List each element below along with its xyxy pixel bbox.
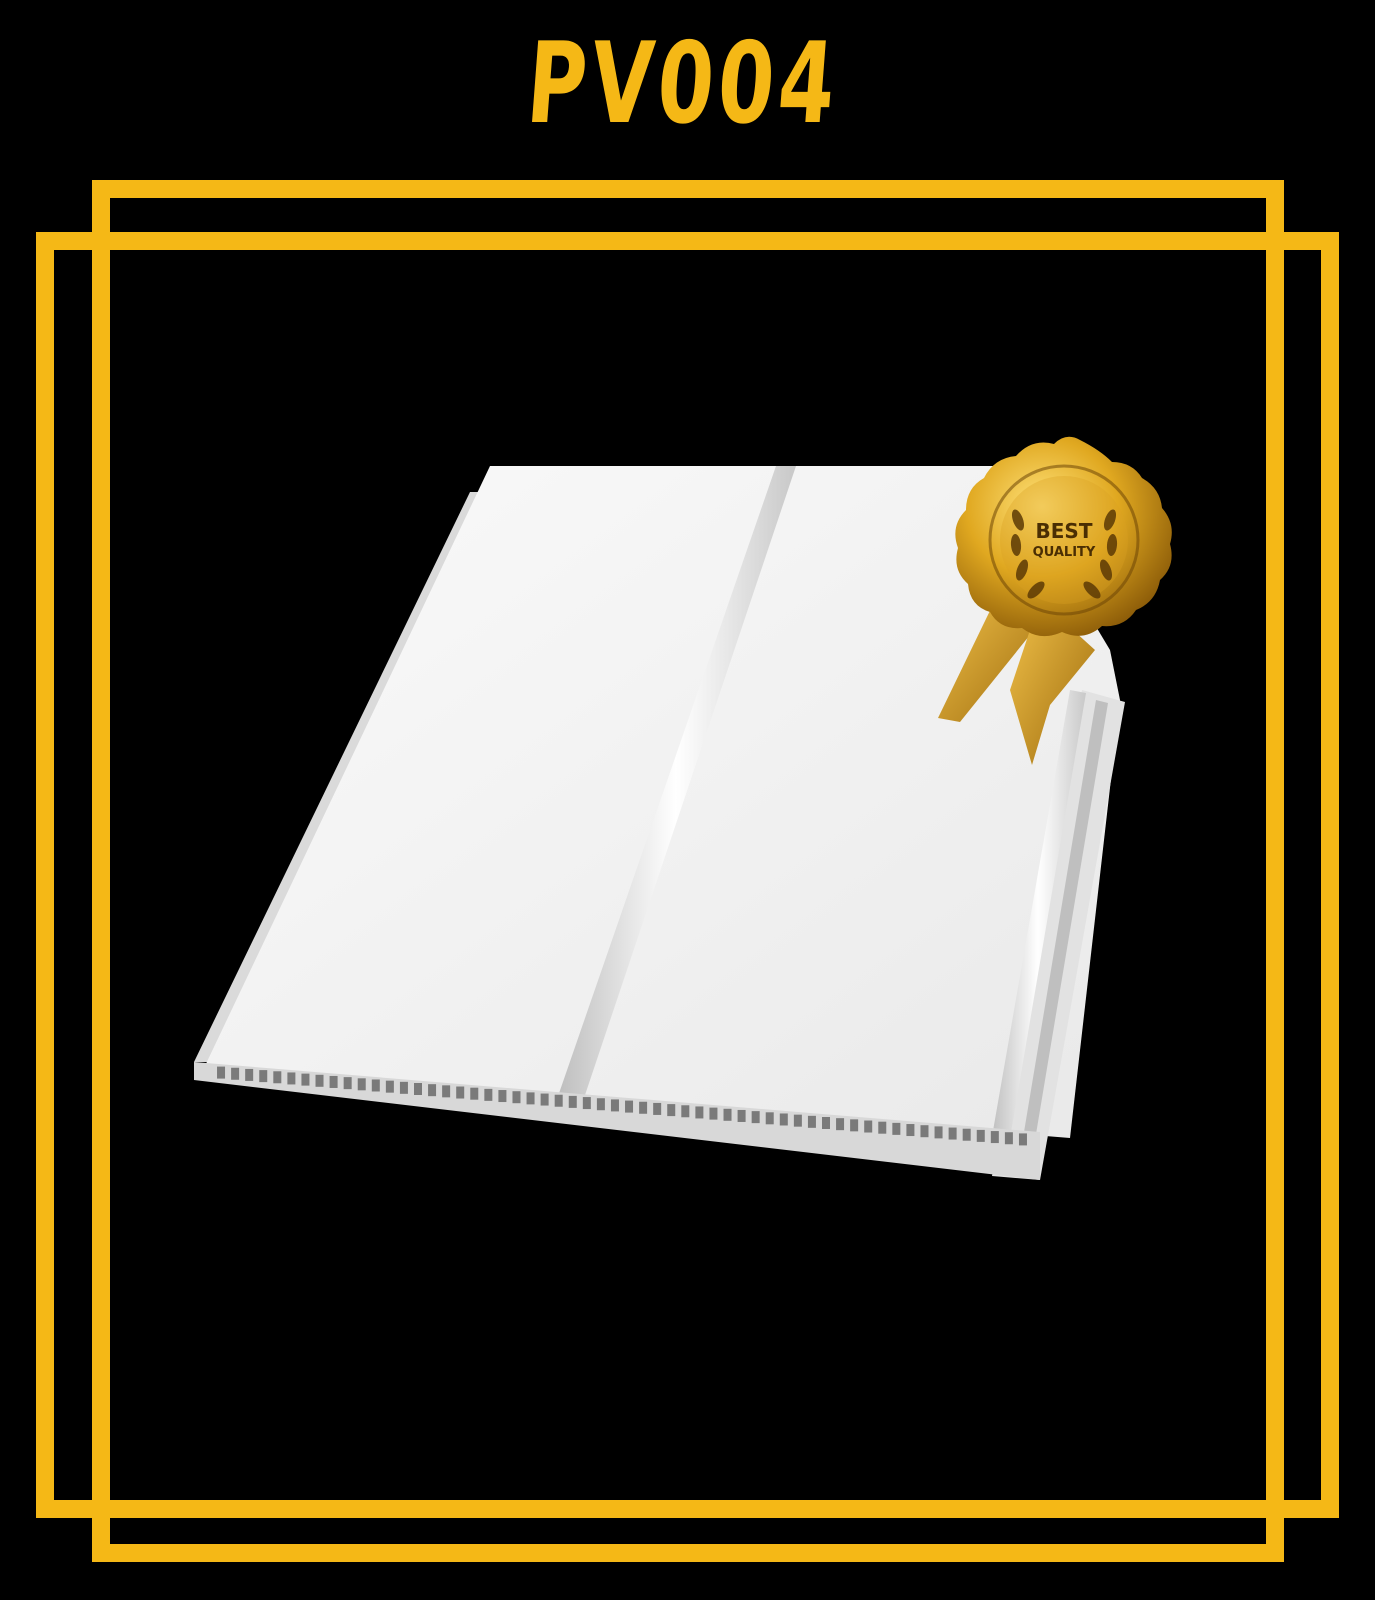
panel-rib	[301, 1073, 310, 1086]
badge-line-quality: QUALITY	[1033, 545, 1096, 560]
panel-rib	[357, 1078, 366, 1091]
panel-rib	[653, 1102, 662, 1115]
panel-rib	[287, 1072, 296, 1085]
panel-rib	[1018, 1133, 1027, 1146]
panel-rib	[751, 1111, 760, 1124]
panel-rib	[737, 1109, 746, 1122]
panel-rib	[639, 1101, 648, 1114]
panel-rib	[779, 1113, 788, 1126]
panel-rib	[976, 1129, 985, 1142]
panel-rib	[540, 1093, 549, 1106]
panel-rib	[371, 1079, 380, 1092]
panel-rib	[329, 1075, 338, 1088]
panel-rib	[765, 1112, 774, 1125]
panel-rib	[245, 1068, 254, 1081]
panel-rib	[596, 1098, 605, 1111]
panel-rib	[217, 1066, 226, 1079]
panel-rib	[554, 1094, 563, 1107]
panel-rib	[259, 1070, 268, 1083]
panel-rib	[836, 1118, 845, 1131]
panel-rib	[414, 1083, 422, 1095]
panel-rib	[498, 1090, 507, 1103]
panel-rib	[442, 1085, 451, 1098]
panel-rib	[343, 1077, 352, 1090]
panel-rib	[948, 1127, 957, 1140]
panel-rib	[695, 1106, 704, 1119]
panel-rib	[610, 1099, 619, 1112]
panel-rib	[526, 1092, 535, 1105]
panel-rib	[385, 1080, 394, 1093]
panel-rib	[315, 1074, 324, 1087]
panel-rib	[399, 1081, 408, 1094]
panel-rib	[920, 1125, 929, 1138]
panel-rib	[807, 1115, 816, 1128]
product-scene: BEST QUALITY	[194, 436, 1172, 1180]
panel-rib	[990, 1131, 999, 1144]
panel-rib	[878, 1121, 887, 1134]
panel-rib	[484, 1088, 493, 1101]
panel-rib	[231, 1067, 240, 1080]
panel-rib	[512, 1091, 521, 1104]
panel-rib	[1004, 1132, 1013, 1145]
panel-rib	[470, 1087, 479, 1100]
panel-rib	[667, 1104, 676, 1117]
panel-rib	[456, 1086, 465, 1099]
panel-rib	[906, 1124, 915, 1137]
panel-rib	[625, 1100, 634, 1113]
panel-rib	[681, 1105, 690, 1118]
panel-rib	[934, 1126, 943, 1139]
panel-rib	[892, 1122, 901, 1135]
panel-rib	[850, 1119, 859, 1132]
panel-rib	[709, 1107, 718, 1120]
panel-rib	[962, 1128, 971, 1141]
panel-rib	[582, 1097, 591, 1110]
panel-rib	[428, 1084, 437, 1097]
panel-rib	[793, 1114, 802, 1127]
panel-rib	[273, 1071, 282, 1084]
badge-line-best: BEST	[1036, 519, 1093, 543]
panel-rib	[723, 1108, 732, 1121]
panel-rib	[864, 1120, 873, 1133]
panel-rib	[568, 1095, 577, 1108]
panel-rib	[822, 1117, 830, 1129]
